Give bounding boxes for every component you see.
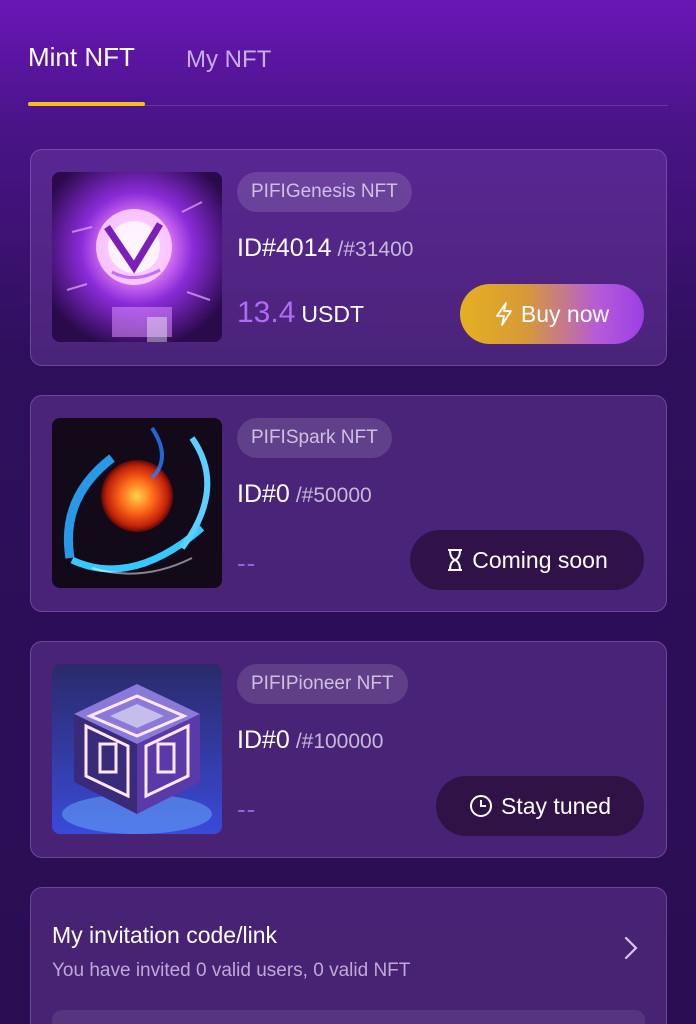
lightning-icon	[495, 302, 513, 326]
nft-image-pioneer	[52, 664, 222, 834]
tab-mint-nft[interactable]: Mint NFT	[28, 42, 135, 73]
coming-soon-button[interactable]: Coming soon	[410, 530, 644, 590]
nft-card-spark: PIFISpark NFT ID#0/#50000 -- Coming soon	[30, 395, 667, 612]
nft-total-supply: /#100000	[295, 730, 384, 753]
tab-bar: Mint NFT My NFT	[28, 38, 668, 106]
active-tab-indicator	[28, 102, 145, 106]
nft-price: --	[237, 548, 256, 579]
nft-id: ID#0	[237, 726, 290, 754]
tab-my-nft[interactable]: My NFT	[186, 46, 271, 74]
nft-total-supply: /#50000	[295, 484, 372, 507]
nft-id: ID#4014	[237, 234, 332, 262]
invitation-link-field[interactable]	[52, 1010, 645, 1024]
invitation-card[interactable]: My invitation code/link You have invited…	[30, 887, 667, 1024]
nft-id-line: ID#0/#50000	[237, 480, 372, 509]
price-value: 13.4	[237, 296, 296, 329]
coming-soon-label: Coming soon	[472, 546, 608, 573]
clock-icon	[469, 794, 493, 818]
nft-price: --	[237, 794, 256, 825]
nft-total-supply: /#31400	[337, 238, 414, 261]
nft-image-spark	[52, 418, 222, 588]
nft-card-pioneer: PIFIPioneer NFT ID#0/#100000 -- Stay tun…	[30, 641, 667, 858]
price-placeholder: --	[237, 548, 257, 578]
nft-collection-tag: PIFISpark NFT	[237, 418, 392, 458]
nft-id: ID#0	[237, 480, 290, 508]
nft-id-line: ID#0/#100000	[237, 726, 383, 755]
nft-image-genesis	[52, 172, 222, 342]
stay-tuned-button[interactable]: Stay tuned	[436, 776, 644, 836]
nft-price: 13.4 USDT	[237, 296, 364, 330]
invitation-title: My invitation code/link	[52, 922, 277, 948]
buy-now-button[interactable]: Buy now	[460, 284, 644, 344]
chevron-right-icon[interactable]	[624, 936, 638, 965]
stay-tuned-label: Stay tuned	[501, 792, 611, 819]
price-placeholder: --	[237, 794, 257, 824]
nft-id-line: ID#4014/#31400	[237, 234, 413, 263]
hourglass-icon	[446, 548, 464, 572]
buy-now-label: Buy now	[520, 300, 610, 327]
invitation-subtitle: You have invited 0 valid users, 0 valid …	[52, 960, 411, 981]
nft-collection-tag: PIFIGenesis NFT	[237, 172, 412, 212]
price-unit: USDT	[301, 301, 365, 327]
nft-card-genesis: PIFIGenesis NFT ID#4014/#31400 13.4 USDT …	[30, 149, 667, 366]
nft-collection-tag: PIFIPioneer NFT	[237, 664, 408, 704]
